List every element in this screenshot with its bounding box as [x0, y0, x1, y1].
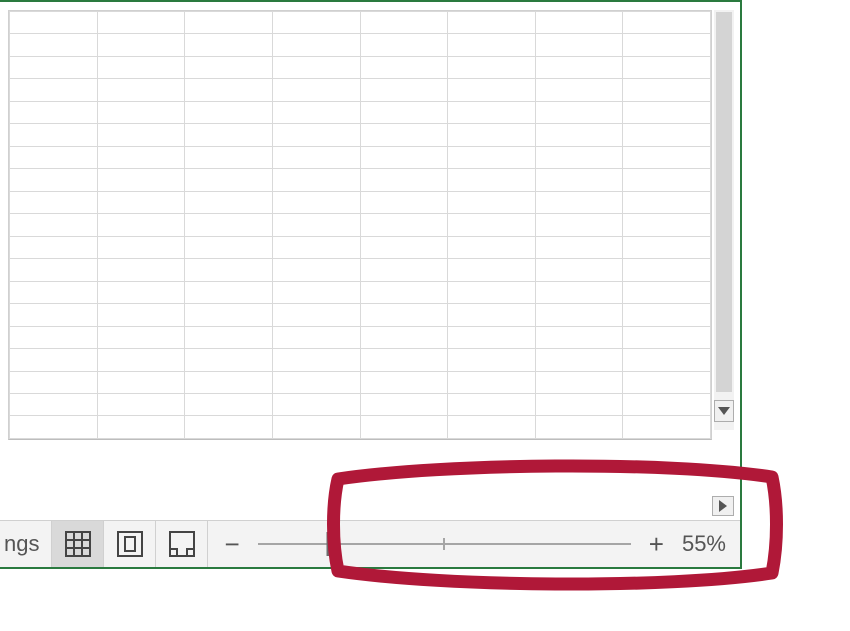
- cells-table[interactable]: [9, 11, 711, 439]
- zoom-percent-label[interactable]: 55%: [682, 531, 728, 557]
- scroll-right-button[interactable]: [712, 496, 734, 516]
- below-grid-area: [0, 442, 740, 520]
- zoom-slider-midpoint: [443, 538, 445, 550]
- page-break-icon: [169, 531, 195, 557]
- zoom-controls: − + 55%: [208, 521, 740, 567]
- status-bar: ngs −: [0, 520, 740, 567]
- scroll-down-button[interactable]: [714, 400, 734, 422]
- vertical-scrollbar[interactable]: [714, 10, 734, 430]
- status-label: ngs: [4, 521, 52, 567]
- zoom-slider[interactable]: [258, 529, 631, 559]
- zoom-out-button[interactable]: −: [220, 531, 243, 557]
- chevron-right-icon: [719, 500, 727, 512]
- page-layout-view-button[interactable]: [104, 521, 156, 567]
- zoom-slider-thumb[interactable]: [327, 532, 338, 556]
- normal-view-button[interactable]: [52, 521, 104, 567]
- page-layout-icon: [117, 531, 143, 557]
- vertical-scroll-thumb[interactable]: [716, 12, 732, 392]
- page-break-view-button[interactable]: [156, 521, 208, 567]
- normal-view-icon: [65, 531, 91, 557]
- spreadsheet-grid[interactable]: [8, 10, 712, 440]
- zoom-in-button[interactable]: +: [645, 531, 668, 557]
- chevron-down-icon: [718, 407, 730, 415]
- app-window: ngs −: [0, 0, 742, 569]
